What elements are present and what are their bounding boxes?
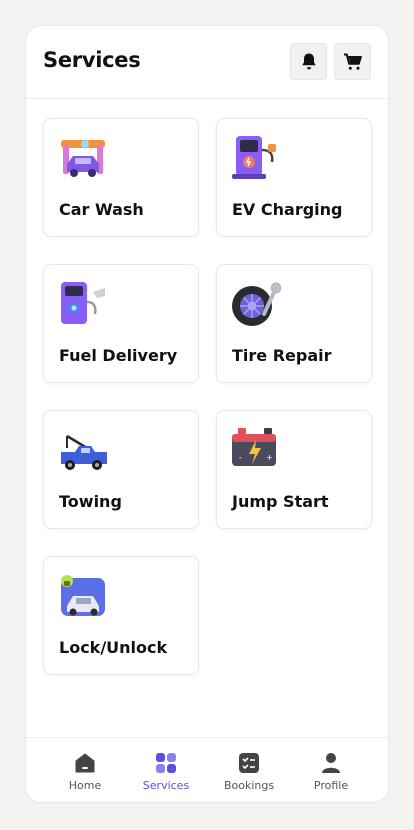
page-title: Services <box>43 48 141 72</box>
service-card-jump-start[interactable]: - + Jump Start <box>216 410 372 529</box>
service-label: Towing <box>59 492 122 511</box>
tow-truck-icon <box>61 434 107 470</box>
service-card-towing[interactable]: Towing <box>43 410 199 529</box>
service-label: Tire Repair <box>232 346 332 365</box>
nav-item-home[interactable]: Home <box>50 751 120 797</box>
notifications-button[interactable] <box>290 43 327 80</box>
service-card-tire-repair[interactable]: Tire Repair <box>216 264 372 383</box>
cart-icon <box>343 53 362 70</box>
nav-item-profile[interactable]: Profile <box>296 751 366 797</box>
service-label: EV Charging <box>232 200 343 219</box>
svg-text:+: + <box>266 453 273 462</box>
nav-item-bookings[interactable]: Bookings <box>214 751 284 797</box>
bell-icon <box>301 53 316 70</box>
service-card-ev-charging[interactable]: EV Charging <box>216 118 372 237</box>
nav-label: Services <box>142 779 190 792</box>
service-label: Fuel Delivery <box>59 346 178 365</box>
fuel-pump-icon <box>61 282 105 324</box>
nav-label: Home <box>68 779 102 792</box>
nav-item-services[interactable]: Services <box>131 751 201 797</box>
service-card-car-wash[interactable]: Car Wash <box>43 118 199 237</box>
bottom-nav: Home Services Bookings Profile <box>26 737 388 802</box>
service-card-lock-unlock[interactable]: Lock/Unlock <box>43 556 199 675</box>
service-label: Car Wash <box>59 200 144 219</box>
cart-button[interactable] <box>334 43 371 80</box>
home-icon <box>73 751 97 775</box>
service-card-fuel-delivery[interactable]: Fuel Delivery <box>43 264 199 383</box>
svg-text:-: - <box>239 453 242 462</box>
service-label: Lock/Unlock <box>59 638 168 657</box>
car-wash-icon <box>61 140 105 177</box>
nav-label: Profile <box>313 779 349 792</box>
top-bar: Services <box>26 26 388 99</box>
nav-label: Bookings <box>223 779 275 792</box>
ev-charging-icon <box>232 136 276 179</box>
app-screen: Services Car Wash EV Charging Fuel Deliv… <box>25 25 389 803</box>
service-label: Jump Start <box>232 492 329 511</box>
tire-wrench-icon <box>232 282 282 326</box>
checklist-icon <box>237 751 261 775</box>
car-lock-icon <box>61 575 105 616</box>
user-icon <box>319 751 343 775</box>
battery-icon: - + <box>232 428 276 466</box>
grid-icon <box>154 751 178 775</box>
